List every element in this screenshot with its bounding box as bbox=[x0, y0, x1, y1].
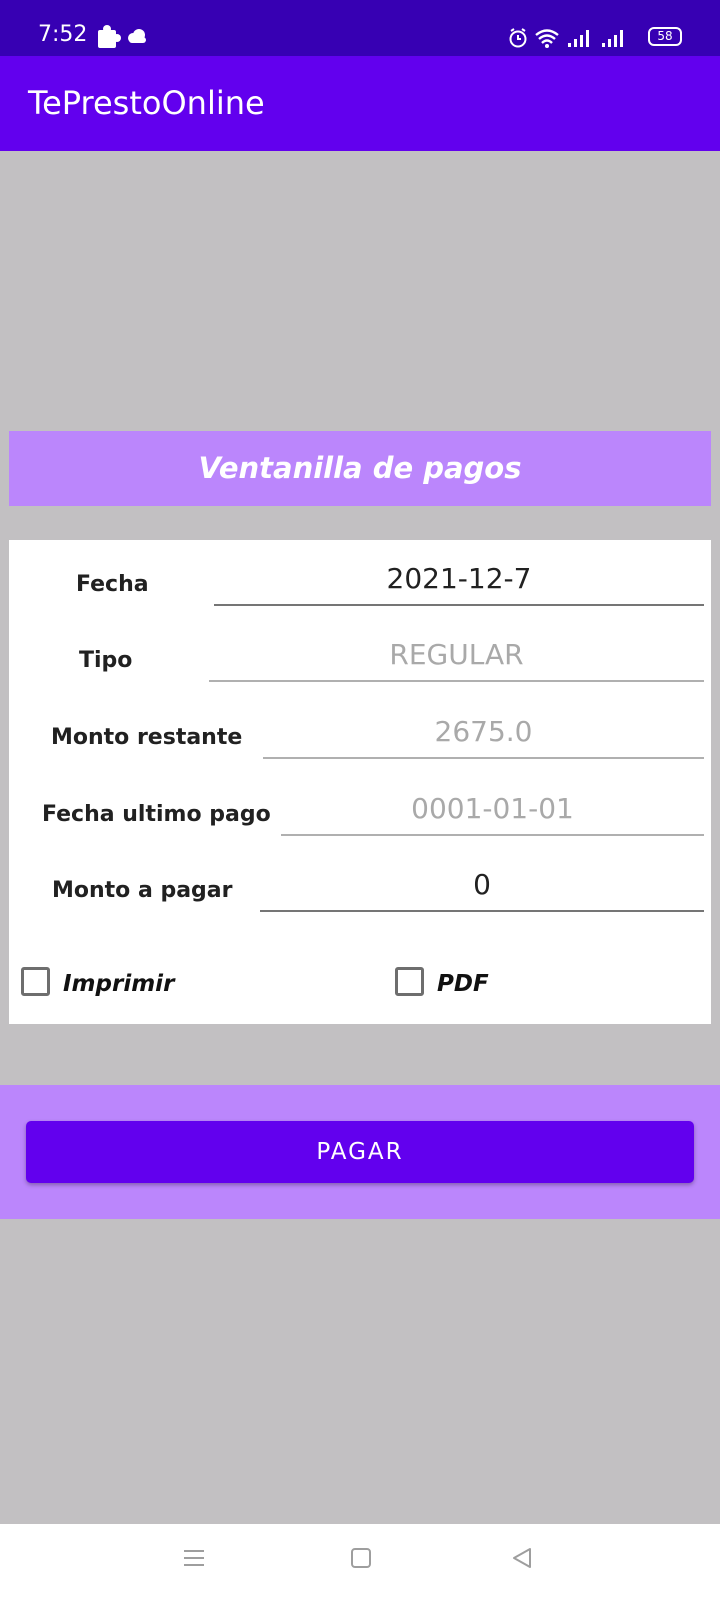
pdf-checkbox[interactable] bbox=[395, 967, 424, 996]
cloud-icon bbox=[128, 29, 146, 43]
status-left-icons bbox=[96, 24, 156, 55]
back-icon[interactable] bbox=[510, 1546, 534, 1575]
fecha-ultimo-pago-input: 0001-01-01 bbox=[411, 792, 574, 825]
monto-a-pagar-input[interactable]: 0 bbox=[260, 868, 704, 901]
payment-form: Fecha 2021-12-7 Tipo REGULAR Monto resta… bbox=[9, 540, 711, 1024]
status-time: 7:52 bbox=[38, 22, 88, 47]
tipo-underline bbox=[209, 680, 704, 682]
section-title: Ventanilla de pagos bbox=[198, 451, 522, 485]
tipo-label: Tipo bbox=[79, 648, 133, 673]
section-header: Ventanilla de pagos bbox=[9, 431, 711, 506]
status-bar: 7:52 58 bbox=[0, 0, 720, 56]
monto-restante-label: Monto restante bbox=[51, 725, 243, 750]
monto-a-pagar-underline bbox=[260, 910, 704, 912]
signal-icon bbox=[568, 30, 589, 47]
monto-restante-input: 2675.0 bbox=[434, 715, 533, 748]
wifi-icon bbox=[535, 29, 559, 48]
fecha-underline bbox=[214, 604, 704, 606]
pay-band: PAGAR bbox=[0, 1085, 720, 1219]
monto-restante-underline bbox=[263, 757, 704, 759]
fecha-label: Fecha bbox=[76, 572, 149, 597]
tipo-input: REGULAR bbox=[389, 638, 524, 671]
app-title: TePrestoOnline bbox=[28, 84, 265, 122]
signal-icon bbox=[602, 30, 623, 47]
status-right-icons bbox=[508, 26, 638, 55]
fecha-input[interactable]: 2021-12-7 bbox=[214, 562, 704, 595]
battery-icon: 58 bbox=[648, 27, 682, 46]
imprimir-checkbox[interactable] bbox=[21, 967, 50, 996]
app-bar: TePrestoOnline bbox=[0, 56, 720, 151]
imprimir-label[interactable]: Imprimir bbox=[63, 971, 174, 997]
monto-a-pagar-label: Monto a pagar bbox=[52, 878, 233, 903]
home-icon[interactable] bbox=[349, 1546, 373, 1575]
pay-button[interactable]: PAGAR bbox=[26, 1121, 694, 1183]
fecha-ultimo-pago-label: Fecha ultimo pago bbox=[42, 802, 271, 827]
alarm-icon bbox=[509, 28, 527, 48]
pdf-label[interactable]: PDF bbox=[437, 971, 489, 997]
puzzle-icon bbox=[98, 25, 121, 48]
navigation-bar bbox=[0, 1524, 720, 1600]
menu-icon[interactable] bbox=[182, 1546, 206, 1575]
fecha-ultimo-pago-underline bbox=[281, 834, 704, 836]
